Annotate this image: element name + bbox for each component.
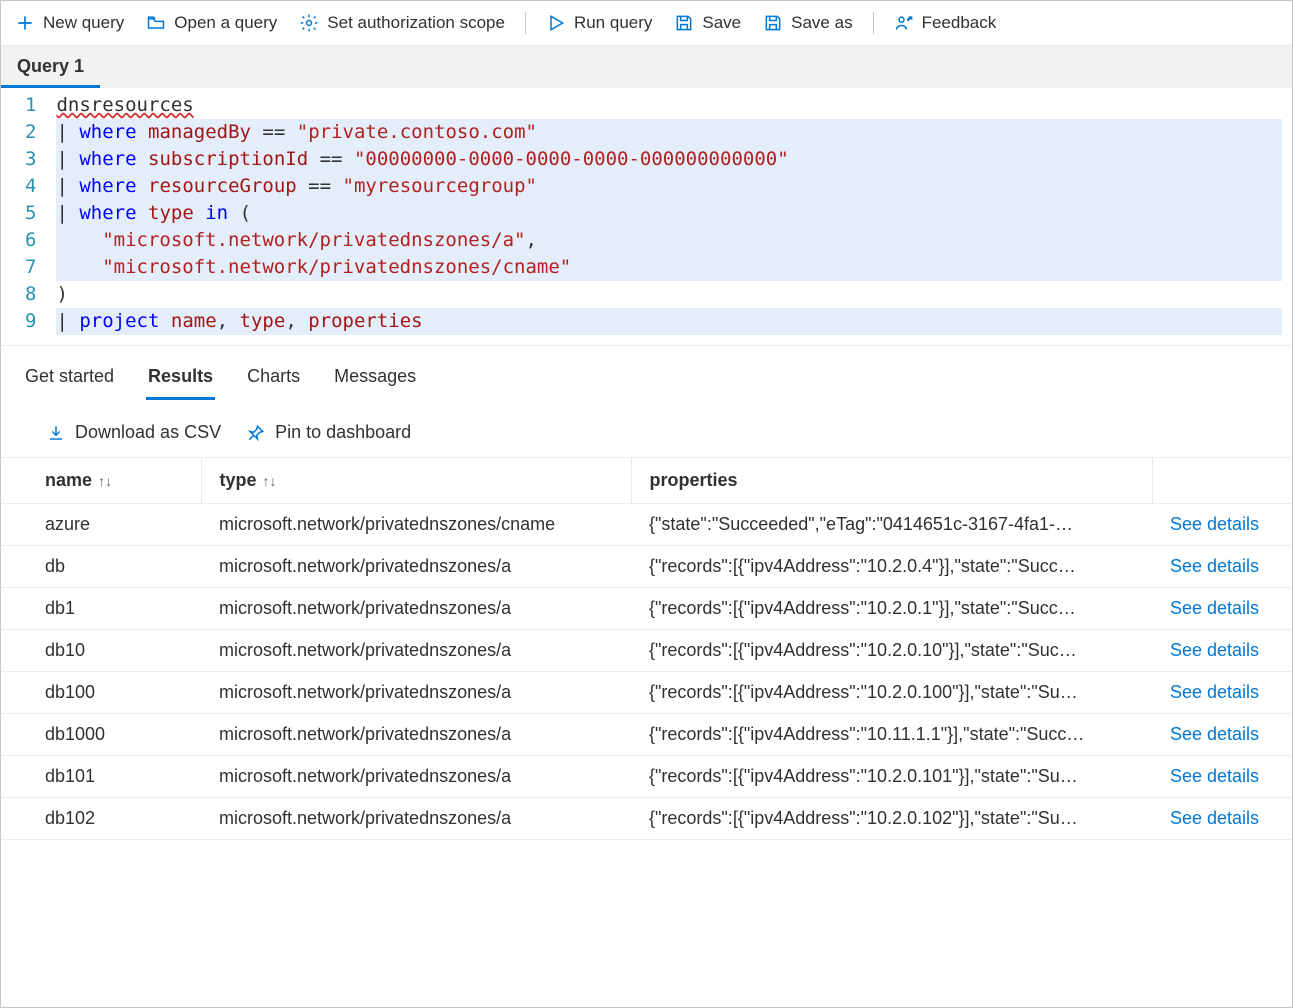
pin-dashboard-button[interactable]: Pin to dashboard [247, 422, 411, 443]
save-as-button[interactable]: Save as [761, 9, 854, 37]
cell-properties: {"records":[{"ipv4Address":"10.2.0.100"}… [631, 672, 1152, 714]
see-details-link[interactable]: See details [1152, 546, 1292, 588]
table-row[interactable]: db100microsoft.network/privatednszones/a… [1, 672, 1292, 714]
new-query-label: New query [43, 13, 124, 33]
line-number-gutter: 123456789 [1, 88, 50, 345]
pin-dashboard-label: Pin to dashboard [275, 422, 411, 443]
cell-name: db [1, 546, 201, 588]
play-icon [546, 13, 566, 33]
tab-results[interactable]: Results [146, 360, 215, 400]
save-icon [674, 13, 694, 33]
new-query-button[interactable]: New query [13, 9, 126, 37]
see-details-link[interactable]: See details [1152, 588, 1292, 630]
cell-name: db10 [1, 630, 201, 672]
see-details-link[interactable]: See details [1152, 714, 1292, 756]
download-csv-button[interactable]: Download as CSV [47, 422, 221, 443]
cell-properties: {"records":[{"ipv4Address":"10.2.0.1"}],… [631, 588, 1152, 630]
see-details-link[interactable]: See details [1152, 504, 1292, 546]
toolbar-separator [525, 12, 526, 34]
cell-type: microsoft.network/privatednszones/a [201, 546, 631, 588]
plus-icon [15, 13, 35, 33]
pin-icon [247, 424, 265, 442]
sort-icon: ↑↓ [263, 473, 277, 489]
table-row[interactable]: db1microsoft.network/privatednszones/a{"… [1, 588, 1292, 630]
code-token: dnsresources [56, 94, 193, 116]
sort-icon: ↑↓ [98, 473, 112, 489]
cell-name: db1 [1, 588, 201, 630]
tab-messages[interactable]: Messages [332, 360, 418, 400]
table-row[interactable]: dbmicrosoft.network/privatednszones/a{"r… [1, 546, 1292, 588]
cell-type: microsoft.network/privatednszones/a [201, 588, 631, 630]
column-header-details [1152, 458, 1292, 504]
cell-type: microsoft.network/privatednszones/a [201, 672, 631, 714]
cell-type: microsoft.network/privatednszones/cname [201, 504, 631, 546]
cell-properties: {"records":[{"ipv4Address":"10.2.0.102"}… [631, 798, 1152, 840]
tab-charts[interactable]: Charts [245, 360, 302, 400]
results-action-bar: Download as CSV Pin to dashboard [1, 400, 1292, 457]
column-header-properties[interactable]: properties [631, 458, 1152, 504]
feedback-label: Feedback [922, 13, 997, 33]
cell-properties: {"records":[{"ipv4Address":"10.2.0.10"}]… [631, 630, 1152, 672]
column-header-name[interactable]: name↑↓ [1, 458, 201, 504]
feedback-icon [894, 13, 914, 33]
cell-properties: {"state":"Succeeded","eTag":"0414651c-31… [631, 504, 1152, 546]
auth-scope-label: Set authorization scope [327, 13, 505, 33]
run-query-button[interactable]: Run query [544, 9, 654, 37]
table-row[interactable]: db101microsoft.network/privatednszones/a… [1, 756, 1292, 798]
tab-get-started[interactable]: Get started [23, 360, 116, 400]
table-row[interactable]: azuremicrosoft.network/privatednszones/c… [1, 504, 1292, 546]
save-as-icon [763, 13, 783, 33]
query-tab-strip: Query 1 [1, 46, 1292, 88]
results-table: name↑↓ type↑↓ properties azuremicrosoft.… [1, 457, 1292, 840]
see-details-link[interactable]: See details [1152, 798, 1292, 840]
query-editor[interactable]: 123456789 dnsresources | where managedBy… [1, 88, 1292, 346]
download-icon [47, 424, 65, 442]
cell-name: db100 [1, 672, 201, 714]
cell-properties: {"records":[{"ipv4Address":"10.11.1.1"}]… [631, 714, 1152, 756]
save-as-label: Save as [791, 13, 852, 33]
code-string: "00000000-0000-0000-0000-000000000000" [354, 148, 789, 170]
code-string: "myresourcegroup" [343, 175, 537, 197]
auth-scope-button[interactable]: Set authorization scope [297, 9, 507, 37]
cell-type: microsoft.network/privatednszones/a [201, 714, 631, 756]
cell-name: azure [1, 504, 201, 546]
run-query-label: Run query [574, 13, 652, 33]
cell-name: db1000 [1, 714, 201, 756]
save-label: Save [702, 13, 741, 33]
cell-type: microsoft.network/privatednszones/a [201, 798, 631, 840]
gear-icon [299, 13, 319, 33]
query-tab-1[interactable]: Query 1 [1, 46, 100, 88]
table-row[interactable]: db1000microsoft.network/privatednszones/… [1, 714, 1292, 756]
open-query-label: Open a query [174, 13, 277, 33]
command-bar: New query Open a query Set authorization… [1, 1, 1292, 46]
see-details-link[interactable]: See details [1152, 756, 1292, 798]
download-csv-label: Download as CSV [75, 422, 221, 443]
cell-properties: {"records":[{"ipv4Address":"10.2.0.101"}… [631, 756, 1152, 798]
cell-name: db101 [1, 756, 201, 798]
table-row[interactable]: db10microsoft.network/privatednszones/a{… [1, 630, 1292, 672]
results-tab-bar: Get started Results Charts Messages [1, 346, 1292, 400]
column-header-type[interactable]: type↑↓ [201, 458, 631, 504]
table-row[interactable]: db102microsoft.network/privatednszones/a… [1, 798, 1292, 840]
code-string: "private.contoso.com" [297, 121, 537, 143]
feedback-button[interactable]: Feedback [892, 9, 999, 37]
toolbar-separator [873, 12, 874, 34]
code-string: "microsoft.network/privatednszones/cname… [102, 256, 571, 278]
cell-properties: {"records":[{"ipv4Address":"10.2.0.4"}],… [631, 546, 1152, 588]
see-details-link[interactable]: See details [1152, 630, 1292, 672]
open-query-button[interactable]: Open a query [144, 9, 279, 37]
code-string: "microsoft.network/privatednszones/a" [102, 229, 525, 251]
cell-type: microsoft.network/privatednszones/a [201, 756, 631, 798]
see-details-link[interactable]: See details [1152, 672, 1292, 714]
cell-type: microsoft.network/privatednszones/a [201, 630, 631, 672]
cell-name: db102 [1, 798, 201, 840]
folder-open-icon [146, 13, 166, 33]
code-area[interactable]: dnsresources | where managedBy == "priva… [50, 88, 1292, 345]
save-button[interactable]: Save [672, 9, 743, 37]
